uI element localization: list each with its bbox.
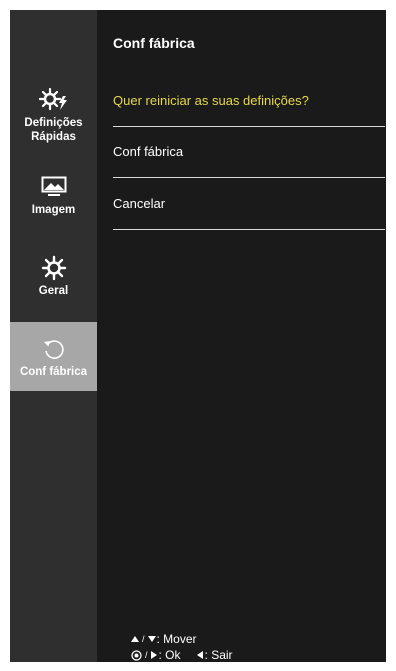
- reset-question: Quer reiniciar as suas definições?: [113, 93, 309, 108]
- quick-settings-gear-icon: [38, 86, 69, 114]
- sidebar-item-label: Definições: [24, 117, 83, 129]
- divider: [113, 126, 385, 127]
- hint-ok-label: : Ok: [158, 648, 181, 662]
- sidebar-item-label: Conf fábrica: [19, 365, 88, 378]
- option-cancel[interactable]: Cancelar: [113, 196, 165, 211]
- sidebar-item-picture[interactable]: Imagem: [10, 173, 97, 217]
- hint-ok-exit: / : Ok : Sair: [131, 647, 233, 663]
- hint-separator: /: [142, 634, 145, 644]
- arrow-up-icon: [131, 636, 139, 642]
- gear-icon: [41, 254, 67, 282]
- sidebar-item-label: Imagem: [31, 204, 76, 216]
- divider: [113, 177, 385, 178]
- hint-move: / : Mover: [131, 631, 233, 647]
- sidebar-item-factory-reset[interactable]: Conf fábrica: [10, 322, 97, 391]
- osd-menu: Definições Rápidas Imagem Geral Conf fáb…: [10, 10, 386, 662]
- sidebar-item-label: Geral: [38, 285, 69, 297]
- sidebar: Definições Rápidas Imagem Geral Conf fáb…: [10, 10, 97, 662]
- hint-move-label: : Mover: [156, 632, 197, 646]
- option-factory-reset[interactable]: Conf fábrica: [113, 144, 183, 159]
- arrow-left-icon: [196, 651, 203, 659]
- divider: [113, 229, 385, 230]
- arrow-down-icon: [147, 636, 156, 642]
- key-hints: / : Mover / : Ok : Sair: [131, 631, 233, 663]
- sidebar-item-general[interactable]: Geral: [10, 254, 97, 298]
- hint-exit-label: : Sair: [204, 648, 233, 662]
- page-title: Conf fábrica: [113, 35, 195, 51]
- reset-icon: [41, 335, 67, 363]
- hint-separator: /: [145, 650, 148, 660]
- picture-icon: [41, 173, 67, 201]
- arrow-right-icon: [150, 651, 157, 659]
- sidebar-item-quick-settings[interactable]: Definições Rápidas: [10, 86, 97, 144]
- main-panel: Conf fábrica Quer reiniciar as suas defi…: [97, 10, 386, 662]
- sidebar-item-label: Rápidas: [31, 131, 76, 143]
- joystick-press-icon: [131, 649, 142, 661]
